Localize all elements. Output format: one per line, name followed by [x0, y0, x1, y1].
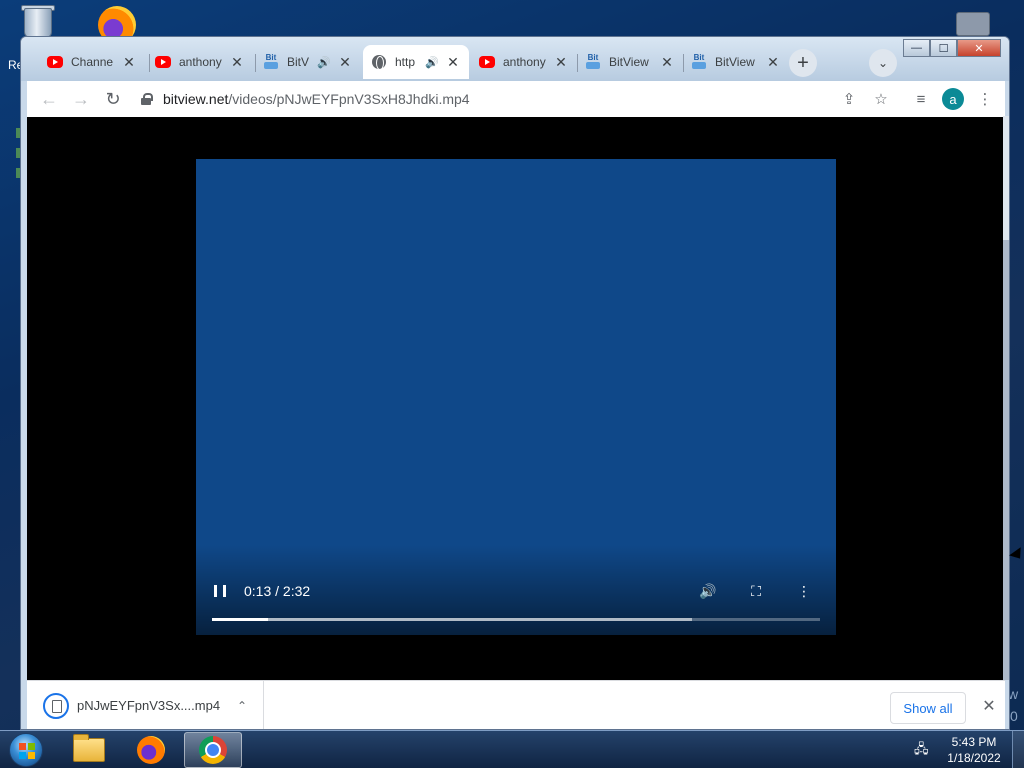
- close-tab-icon[interactable]: ✕: [445, 54, 461, 71]
- close-tab-icon[interactable]: ✕: [765, 54, 781, 71]
- tab-title: anthony: [179, 55, 222, 69]
- close-tab-icon[interactable]: ✕: [337, 54, 353, 71]
- windows-logo-icon: [9, 733, 43, 767]
- window-scroll-edge[interactable]: [1003, 116, 1009, 680]
- youtube-icon: [47, 54, 63, 70]
- tab-bitview[interactable]: Bit BitV 🔊 ✕: [255, 45, 361, 79]
- show-all-button[interactable]: Show all: [890, 692, 966, 724]
- lock-icon[interactable]: [141, 93, 153, 105]
- avatar: a: [942, 88, 964, 110]
- youtube-icon: [155, 54, 171, 70]
- youtube-icon: [479, 54, 495, 70]
- bitview-icon: Bit: [263, 54, 279, 70]
- page-content: 0:13 / 2:32 🔊 ⛶ ⋮: [27, 117, 1005, 680]
- chevron-up-icon[interactable]: ⌃: [237, 699, 247, 713]
- chrome-menu-icon[interactable]: ⋮: [969, 83, 1001, 115]
- bitview-icon: Bit: [691, 54, 707, 70]
- buffered-bar: [212, 618, 693, 621]
- media-control-icon[interactable]: ≡: [905, 83, 937, 115]
- bookmark-star-icon[interactable]: ☆: [865, 83, 897, 115]
- tab-anthony[interactable]: anthony ✕: [471, 45, 577, 79]
- more-options-icon[interactable]: ⋮: [788, 577, 820, 605]
- close-window-button[interactable]: ✕: [957, 39, 1001, 57]
- video-controls: 0:13 / 2:32 🔊 ⛶ ⋮: [196, 577, 836, 605]
- bitview-icon: Bit: [585, 54, 601, 70]
- tab-title: http: [395, 55, 416, 69]
- tab-title: BitView: [609, 55, 649, 69]
- seek-bar[interactable]: [212, 618, 820, 621]
- clock-date: 1/18/2022: [947, 751, 1001, 765]
- file-icon: [43, 692, 69, 719]
- url-path: /videos/pNJwEYFpnV3SxH8Jhdki.mp4: [228, 91, 470, 107]
- toolbar-actions: ⇪ ☆ ≡ a ⋮: [833, 81, 1005, 117]
- reload-button[interactable]: ↻: [97, 83, 129, 115]
- address-bar[interactable]: bitview.net/videos/pNJwEYFpnV3SxH8Jhdki.…: [137, 84, 817, 114]
- close-tab-icon[interactable]: ✕: [553, 54, 569, 71]
- start-button[interactable]: [6, 731, 46, 768]
- volume-icon[interactable]: 🔊: [692, 577, 724, 605]
- tab-title: BitV: [287, 55, 310, 69]
- url-domain: bitview.net: [163, 91, 229, 107]
- tab-title: Channe: [71, 55, 114, 69]
- back-button[interactable]: ←: [33, 83, 65, 115]
- close-tab-icon[interactable]: ✕: [659, 54, 675, 71]
- download-file-name: pNJwEYFpnV3Sx....mp4: [77, 698, 221, 713]
- firefox-icon: [137, 736, 165, 764]
- clock[interactable]: 5:43 PM 1/18/2022: [944, 734, 1004, 766]
- show-desktop-button[interactable]: [1012, 731, 1024, 768]
- recycle-bin-icon[interactable]: [18, 4, 58, 38]
- taskbar-firefox[interactable]: [122, 732, 180, 768]
- scroll-thumb[interactable]: [1003, 240, 1009, 680]
- new-tab-button[interactable]: +: [789, 49, 817, 77]
- current-time: 0:13: [244, 583, 272, 599]
- tab-active-video[interactable]: http 🔊 ✕: [363, 45, 469, 79]
- mouse-cursor-icon: [1009, 547, 1024, 563]
- pause-icon[interactable]: [214, 585, 226, 597]
- tab-title: anthony: [503, 55, 546, 69]
- network-tray-icon[interactable]: 🖧: [914, 740, 932, 758]
- tab-search-button[interactable]: ⌄: [869, 49, 897, 77]
- maximize-button[interactable]: ☐: [930, 39, 957, 57]
- clock-time: 5:43 PM: [951, 735, 997, 749]
- video-player[interactable]: 0:13 / 2:32 🔊 ⛶ ⋮: [196, 159, 836, 635]
- download-shelf: pNJwEYFpnV3Sx....mp4 ⌃ Show all ✕: [27, 680, 1005, 729]
- tab-anthony[interactable]: anthony ✕: [147, 45, 253, 79]
- forward-button[interactable]: →: [65, 83, 97, 115]
- time-separator: /: [271, 583, 283, 599]
- speaker-icon[interactable]: 🔊: [425, 56, 439, 69]
- taskbar-chrome[interactable]: [184, 732, 242, 768]
- tab-bitview[interactable]: Bit BitView ✕: [683, 45, 789, 79]
- fullscreen-icon[interactable]: ⛶: [740, 577, 772, 605]
- browser-window: — ☐ ✕ Channe ✕ anthony ✕ Bit BitV 🔊 ✕ ht…: [20, 36, 1010, 730]
- played-bar: [212, 618, 268, 621]
- taskbar-explorer[interactable]: [60, 732, 118, 768]
- taskbar: 🖧 5:43 PM 1/18/2022: [0, 730, 1024, 768]
- speaker-icon[interactable]: 🔊: [317, 56, 331, 69]
- firefox-desktop-icon[interactable]: [94, 4, 140, 44]
- desktop-text-fragment: 0: [1010, 708, 1018, 724]
- folder-icon: [73, 734, 105, 762]
- browser-toolbar: ← → ↻ bitview.net/videos/pNJwEYFpnV3SxH8…: [27, 81, 1005, 117]
- close-shelf-icon[interactable]: ✕: [977, 694, 1001, 718]
- download-item[interactable]: pNJwEYFpnV3Sx....mp4 ⌃: [27, 681, 264, 729]
- tab-channel[interactable]: Channe ✕: [39, 45, 145, 79]
- close-tab-icon[interactable]: ✕: [229, 54, 245, 71]
- close-tab-icon[interactable]: ✕: [121, 54, 137, 71]
- chrome-icon: [199, 736, 227, 764]
- globe-icon: [371, 54, 387, 70]
- profile-button[interactable]: a: [937, 83, 969, 115]
- share-icon[interactable]: ⇪: [833, 83, 865, 115]
- duration: 2:32: [282, 583, 311, 599]
- tab-title: BitView: [715, 55, 755, 69]
- video-time: 0:13 / 2:32: [244, 583, 310, 599]
- tab-bitview[interactable]: Bit BitView ✕: [577, 45, 683, 79]
